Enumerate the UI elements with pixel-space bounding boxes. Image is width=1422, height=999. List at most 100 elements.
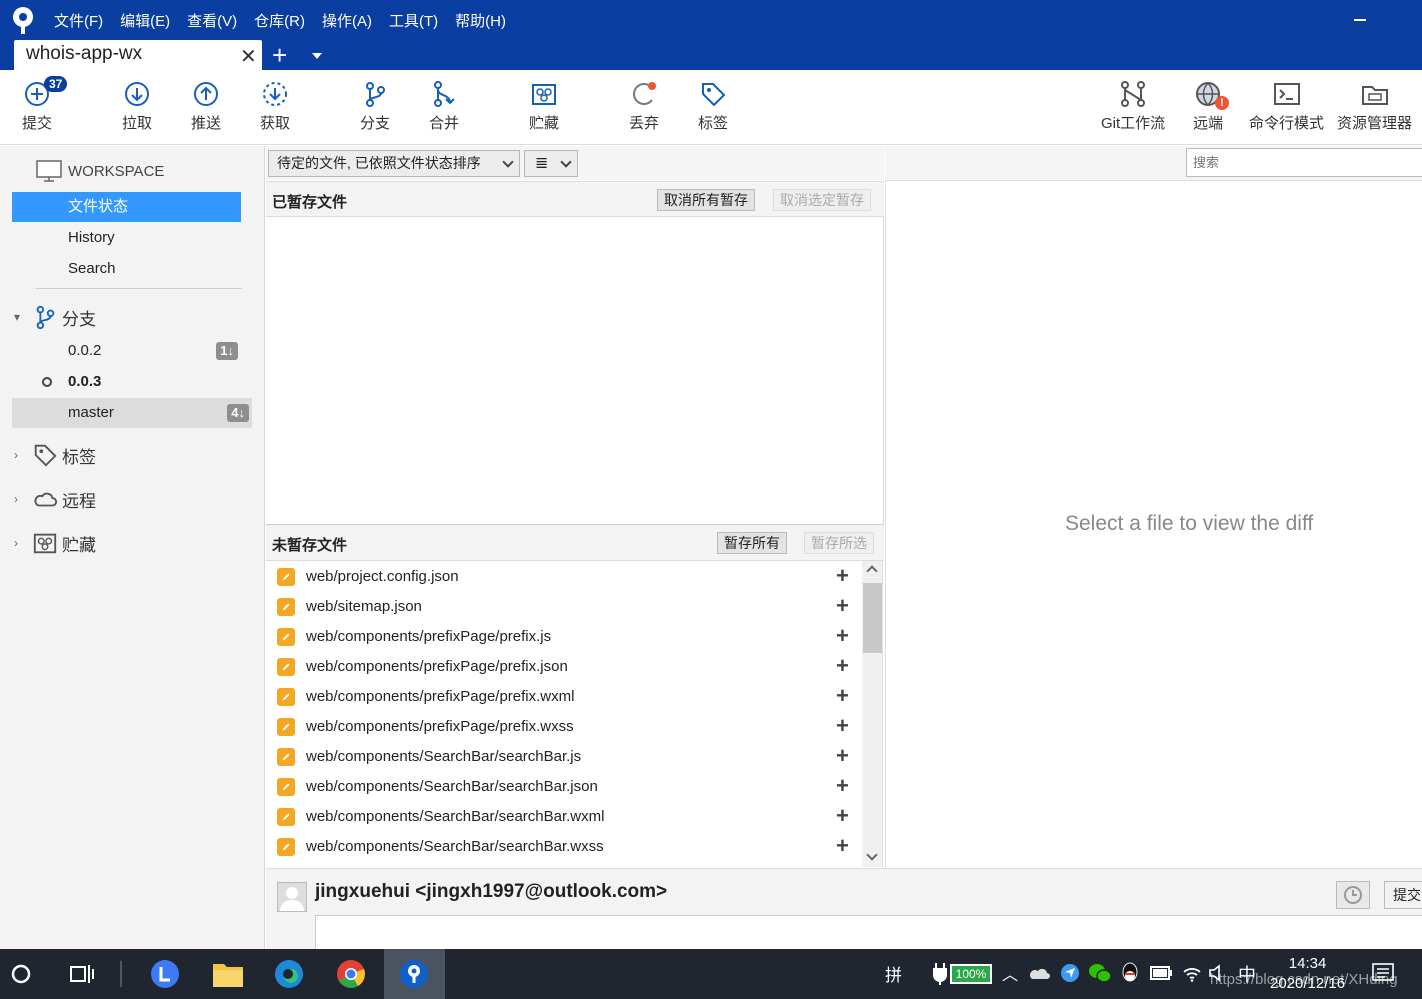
gitflow-button[interactable]: Git工作流 (1101, 80, 1165, 133)
list-item[interactable]: web/sitemap.json + (266, 592, 862, 622)
menu-tools[interactable]: 工具(T) (389, 10, 438, 31)
tag-icon (34, 444, 57, 467)
remote-button[interactable]: ! 远端 (1193, 80, 1229, 133)
view-mode-dropdown[interactable]: ≣ (524, 150, 578, 177)
remotes-label: 远程 (62, 491, 96, 511)
search-input[interactable] (1186, 148, 1422, 177)
onedrive-cloud-icon[interactable] (1028, 966, 1050, 980)
fetch-button[interactable]: 获取 (260, 80, 290, 133)
task-view-icon[interactable] (70, 963, 94, 985)
qq-tray-icon[interactable] (1120, 961, 1140, 985)
list-item[interactable]: web/components/SearchBar/searchBar.js + (266, 742, 862, 772)
unstaged-title: 未暂存文件 (272, 537, 348, 554)
chevron-up-icon[interactable]: ︿ (1002, 961, 1018, 985)
branch-button[interactable]: 分支 (360, 80, 390, 133)
workspace-label: WORKSPACE (68, 162, 165, 180)
commit-button[interactable]: 37 提交 (22, 76, 68, 133)
list-item[interactable]: web/components/prefixPage/prefix.js + (266, 622, 862, 652)
stage-file-plus-icon[interactable]: + (836, 623, 849, 649)
scrollbar-thumb[interactable] (863, 583, 882, 653)
stage-file-plus-icon[interactable]: + (836, 653, 849, 679)
commit-history-button[interactable] (1336, 881, 1370, 909)
battery-tray-icon[interactable] (1150, 966, 1172, 980)
file-path: web/project.config.json (306, 568, 459, 585)
explorer-button[interactable]: 资源管理器 (1337, 80, 1412, 133)
folder-icon (1361, 86, 1388, 105)
chrome-browser-icon[interactable] (336, 959, 366, 989)
lark-app-icon[interactable] (150, 959, 180, 989)
scroll-up-icon[interactable] (866, 565, 878, 577)
minimize-button[interactable] (1354, 19, 1366, 21)
list-item[interactable]: web/components/SearchBar/searchBar.json + (266, 772, 862, 802)
file-explorer-icon[interactable] (212, 960, 244, 988)
list-item[interactable]: web/project.config.json + (266, 562, 862, 592)
branch-item-0-0-3-current[interactable]: 0.0.3 (12, 367, 241, 397)
menu-actions[interactable]: 操作(A) (322, 10, 372, 31)
stashes-group[interactable]: › 贮藏 (14, 530, 96, 556)
modified-pencil-icon (277, 658, 295, 676)
gitflow-icon (1121, 81, 1146, 107)
start-search-icon[interactable] (10, 963, 32, 985)
stage-file-plus-icon[interactable]: + (836, 563, 849, 589)
discard-button[interactable]: 丢弃 (629, 80, 659, 133)
tags-group[interactable]: › 标签 (14, 442, 96, 468)
menu-help[interactable]: 帮助(H) (455, 10, 506, 31)
menu-edit[interactable]: 编辑(E) (120, 10, 170, 31)
ime-mode-indicator[interactable]: 拼 (885, 961, 902, 986)
sidebar-item-history[interactable]: History (12, 223, 241, 253)
stage-file-plus-icon[interactable]: + (836, 803, 849, 829)
branch-item-master[interactable]: master 4↓ (12, 398, 252, 428)
pull-button[interactable]: 拉取 (122, 80, 152, 133)
notification-center-icon[interactable] (1372, 963, 1394, 983)
terminal-button[interactable]: 命令行模式 (1249, 80, 1324, 133)
stage-selected-button[interactable]: 暂存所选 (804, 532, 874, 554)
sidebar-item-file-status[interactable]: 文件状态 (12, 192, 241, 222)
stash-button[interactable]: 贮藏 (529, 80, 559, 133)
file-list-scrollbar[interactable] (862, 561, 883, 867)
remotes-group[interactable]: › 远程 (14, 486, 96, 512)
push-button[interactable]: 推送 (191, 80, 221, 133)
menu-view[interactable]: 查看(V) (187, 10, 237, 31)
tag-button[interactable]: 标签 (698, 80, 728, 133)
new-tab-button[interactable]: + (272, 40, 287, 70)
chevron-right-icon: › (14, 492, 18, 506)
commit-submit-button[interactable]: 提交 (1384, 881, 1422, 909)
tab-close-icon[interactable]: ✕ (240, 44, 257, 69)
merge-button[interactable]: 合并 (429, 80, 459, 133)
sourcetree-taskbar-button[interactable] (384, 949, 445, 999)
wechat-tray-icon[interactable] (1088, 962, 1112, 984)
list-item[interactable]: web/components/SearchBar/searchBar.wxss + (266, 832, 862, 862)
tab-menu-chevron-icon[interactable] (312, 53, 322, 59)
feishu-tray-icon[interactable] (1060, 963, 1080, 983)
chevron-down-icon (502, 156, 514, 168)
stage-file-plus-icon[interactable]: + (836, 683, 849, 709)
edge-browser-icon[interactable] (274, 959, 304, 989)
stage-file-plus-icon[interactable]: + (836, 713, 849, 739)
sidebar-item-search[interactable]: Search (12, 254, 241, 284)
stage-file-plus-icon[interactable]: + (836, 833, 849, 859)
unstage-selected-button[interactable]: 取消选定暂存 (773, 189, 871, 211)
branches-group[interactable]: ▾ 分支 (14, 304, 96, 330)
list-item[interactable]: web/components/SearchBar/searchBar.wxml + (266, 802, 862, 832)
file-path: web/components/prefixPage/prefix.wxss (306, 718, 574, 735)
branch-item-0-0-2[interactable]: 0.0.2 1↓ (12, 336, 241, 366)
pull-label: 拉取 (122, 115, 153, 132)
menu-file[interactable]: 文件(F) (54, 10, 103, 31)
power-plug-icon (933, 963, 947, 985)
tab-repository[interactable]: whois-app-wx ✕ (14, 40, 262, 70)
scroll-down-icon[interactable] (866, 849, 878, 861)
file-path: web/components/SearchBar/searchBar.json (306, 778, 598, 795)
battery-indicator[interactable]: 100% (950, 964, 992, 984)
stage-all-button[interactable]: 暂存所有 (717, 532, 787, 554)
wifi-icon[interactable] (1182, 964, 1202, 982)
file-sort-dropdown[interactable]: 待定的文件, 已依照文件状态排序 (268, 150, 520, 177)
list-item[interactable]: web/components/prefixPage/prefix.wxml + (266, 682, 862, 712)
list-item[interactable]: web/components/prefixPage/prefix.json + (266, 652, 862, 682)
unstage-all-button[interactable]: 取消所有暂存 (657, 189, 755, 211)
list-item[interactable]: web/components/prefixPage/prefix.wxss + (266, 712, 862, 742)
stage-file-plus-icon[interactable]: + (836, 593, 849, 619)
staged-file-list[interactable] (266, 217, 884, 524)
menu-repository[interactable]: 仓库(R) (254, 10, 305, 31)
stage-file-plus-icon[interactable]: + (836, 773, 849, 799)
stage-file-plus-icon[interactable]: + (836, 743, 849, 769)
